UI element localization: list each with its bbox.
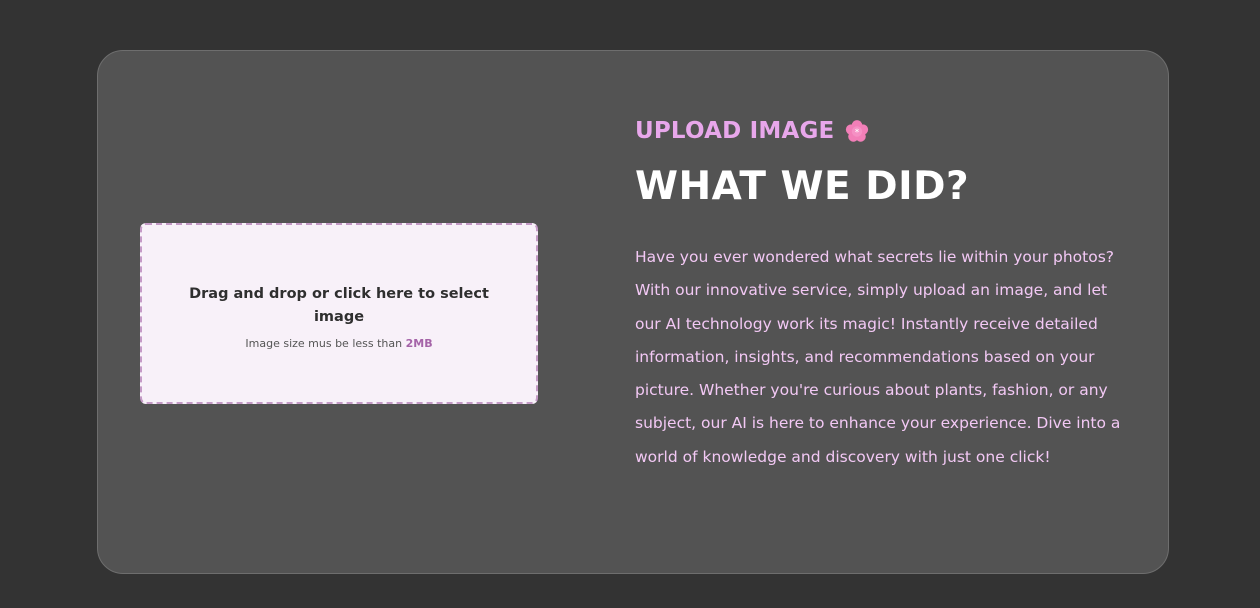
- dropzone-title: Drag and drop or click here to select im…: [189, 286, 489, 325]
- max-size-value: 2MB: [405, 337, 433, 350]
- image-dropzone[interactable]: Drag and drop or click here to select im…: [140, 223, 538, 404]
- page-title: WHAT WE DID?: [635, 164, 970, 209]
- description: Have you ever wondered what secrets lie …: [635, 248, 1121, 466]
- dropzone-hint: Image size mus be less than 2MB: [142, 337, 536, 350]
- upload-card: Drag and drop or click here to select im…: [97, 50, 1169, 574]
- eyebrow: UPLOAD IMAGE *: [635, 113, 1135, 149]
- eyebrow-label: UPLOAD IMAGE: [635, 118, 835, 144]
- dropzone-hint-text: Image size mus be less than: [245, 337, 403, 350]
- svg-text:*: *: [855, 128, 860, 138]
- about-section: UPLOAD IMAGE * WHAT WE DID? Have you eve…: [635, 113, 1135, 474]
- cherry-blossom-icon: *: [844, 118, 870, 144]
